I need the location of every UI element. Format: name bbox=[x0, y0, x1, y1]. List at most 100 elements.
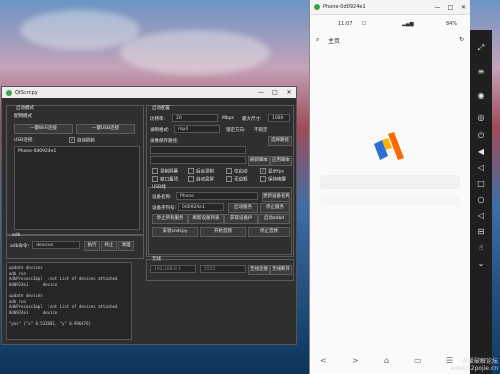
get-device-ip-button[interactable]: 获取设备IP bbox=[224, 214, 258, 224]
home-nav-button[interactable]: ⌂ bbox=[384, 356, 389, 365]
touch-icon[interactable]: ☝ bbox=[475, 242, 487, 254]
start-only-checkbox[interactable]: 仅启动 bbox=[226, 168, 248, 175]
wireless-disconnect-button[interactable]: 无线断开 bbox=[270, 265, 292, 275]
maximize-button[interactable]: □ bbox=[444, 4, 457, 11]
auto-refresh-checkbox[interactable]: ✓ 自动刷新 bbox=[69, 137, 95, 144]
start-audio-button[interactable]: 开始音频 bbox=[200, 227, 246, 237]
serial-select[interactable]: 0d0924e1 bbox=[178, 203, 224, 211]
adb-label: adb bbox=[12, 233, 21, 238]
tabs-nav-button[interactable]: ▭ bbox=[414, 356, 422, 365]
fullscreen-icon[interactable]: ⤢ bbox=[475, 42, 487, 54]
signal-icon: ▂▄▆ bbox=[402, 21, 414, 27]
start-adbd-button[interactable]: 启动adbd bbox=[258, 214, 290, 224]
usb-connect-button[interactable]: 一键USB连接 bbox=[76, 124, 135, 134]
device-list[interactable]: Phone-0d0924e1 bbox=[14, 146, 140, 230]
checkbox-label: 保持唤醒 bbox=[268, 177, 286, 183]
port-input[interactable]: 5555 bbox=[200, 265, 246, 273]
refresh-icon[interactable]: ↻ bbox=[459, 36, 464, 43]
volume-up-icon[interactable]: ◀ bbox=[475, 146, 487, 158]
app-logo-icon bbox=[6, 89, 12, 96]
record-path-label: 录像保存路径: bbox=[150, 139, 179, 144]
eye-icon[interactable]: ◉ bbox=[475, 90, 487, 102]
adb-command-input[interactable]: devices bbox=[32, 241, 80, 249]
arrow-down-icon[interactable]: ⌄ bbox=[475, 258, 487, 270]
phone-window: Phone-0d0924e1 — □ ✕ 11:07 ☐ ▂▄▆ 84% ⌕ 主… bbox=[309, 0, 470, 374]
install-sndcpy-button[interactable]: 安装sndcpy bbox=[152, 227, 198, 237]
refresh-devices-button[interactable]: 刷新设备列表 bbox=[188, 214, 224, 224]
record-format-select[interactable]: mp4 bbox=[174, 125, 220, 133]
bitrate-unit: Mbps bbox=[222, 116, 234, 121]
mode-title: 配网模式 bbox=[14, 114, 32, 119]
usb-group-title: USB线 bbox=[152, 185, 166, 190]
bitrate-input[interactable]: 20 bbox=[172, 114, 218, 122]
record-path-input[interactable] bbox=[150, 146, 246, 154]
close-button[interactable]: ✕ bbox=[457, 4, 470, 11]
auto-screen-off-checkbox[interactable]: 自动息屏 bbox=[188, 176, 214, 183]
refresh-script-button[interactable]: 刷新脚本 bbox=[248, 156, 270, 166]
back-nav-button[interactable]: < bbox=[320, 356, 327, 365]
apply-script-button[interactable]: 应用脚本 bbox=[270, 156, 292, 166]
background-record-checkbox[interactable]: 后台录制 bbox=[188, 168, 214, 175]
start-server-button[interactable]: 启动服务 bbox=[228, 203, 258, 213]
frameless-checkbox[interactable]: 无边框 bbox=[226, 176, 248, 183]
auto-refresh-label: 自动刷新 bbox=[77, 138, 95, 144]
checkbox-label: 后台录制 bbox=[196, 169, 214, 175]
checkbox-icon bbox=[226, 168, 232, 174]
device-name-input[interactable]: Phone bbox=[176, 192, 258, 200]
execute-button[interactable]: 执行 bbox=[84, 241, 100, 251]
window-titlebar: QtScrcpy — □ ✕ bbox=[2, 87, 296, 98]
select-path-button[interactable]: 选择路径 bbox=[268, 136, 292, 146]
message-icon: ☐ bbox=[362, 21, 367, 27]
launch-mode-label: 启动模式 bbox=[16, 106, 34, 111]
device-control-toolbar: ⤢ ≡ ◉ ◎ ⏻ ◀ ◁ □ ○ ◁ ⊟ ☝ ⌄ bbox=[470, 30, 492, 374]
loading-placeholder bbox=[320, 175, 460, 189]
power-icon[interactable]: ⏻ bbox=[475, 130, 487, 142]
home-icon[interactable]: ○ bbox=[475, 194, 487, 206]
maximize-button[interactable]: □ bbox=[268, 89, 282, 96]
stop-server-button[interactable]: 停止服务 bbox=[260, 203, 290, 213]
checkbox-label: 自动息屏 bbox=[196, 177, 214, 183]
serial-label: 设备序列号: bbox=[152, 206, 177, 211]
max-size-label: 最大尺寸: bbox=[242, 117, 262, 122]
app-switch-icon[interactable]: □ bbox=[475, 178, 487, 190]
lock-orientation-select[interactable]: 不锁定 bbox=[254, 127, 268, 133]
phone-toolbar: ⌕ 主页 ↻ bbox=[310, 36, 470, 48]
max-size-select[interactable]: 1080 bbox=[268, 114, 290, 122]
minimize-button[interactable]: — bbox=[431, 4, 444, 11]
stay-awake-checkbox[interactable]: 保持唤醒 bbox=[260, 176, 286, 183]
volume-down-icon[interactable]: ◁ bbox=[475, 162, 487, 174]
record-screen-checkbox[interactable]: 录制屏幕 bbox=[152, 168, 178, 175]
notification-icon[interactable]: ⊟ bbox=[475, 226, 487, 238]
clear-button[interactable]: 清理 bbox=[118, 241, 134, 251]
home-title: 主页 bbox=[328, 38, 341, 45]
checkbox-label: 无边框 bbox=[234, 177, 248, 183]
watermark-line1: 吾爱破解论坛 bbox=[461, 358, 498, 365]
always-on-top-checkbox[interactable]: 窗口置顶 bbox=[152, 176, 178, 183]
search-icon[interactable]: ⌕ bbox=[316, 36, 319, 44]
close-button[interactable]: ✕ bbox=[282, 89, 296, 96]
eye-off-icon[interactable]: ◎ bbox=[475, 112, 487, 124]
menu-icon[interactable]: ≡ bbox=[475, 66, 487, 78]
check-icon: ✓ bbox=[69, 137, 75, 143]
update-device-name-button[interactable]: 更新设备名称 bbox=[262, 192, 290, 202]
forward-nav-button[interactable]: > bbox=[352, 356, 359, 365]
list-item[interactable]: Phone-0d0924e1 bbox=[15, 147, 139, 156]
record-format-label: 录制格式: bbox=[150, 128, 170, 133]
window-title: QtScrcpy bbox=[15, 89, 38, 96]
stop-button[interactable]: 终止 bbox=[101, 241, 117, 251]
forum-watermark: 吾爱破解论坛 www.52pojie.cn bbox=[451, 358, 498, 372]
stop-all-servers-button[interactable]: 停止所有服务 bbox=[152, 214, 188, 224]
show-fps-checkbox[interactable]: ✓ 显示fps bbox=[260, 168, 284, 175]
stop-audio-button[interactable]: 停止音频 bbox=[248, 227, 290, 237]
minimize-button[interactable]: — bbox=[254, 89, 268, 96]
wireless-connect-button[interactable]: 无线连接 bbox=[248, 265, 270, 275]
app-logo-icon bbox=[314, 4, 320, 10]
back-icon[interactable]: ◁ bbox=[475, 210, 487, 222]
ip-input[interactable]: 192.168.0.1 bbox=[150, 265, 196, 273]
log-output[interactable]: update devices adb run AdbProcessImpl :n… bbox=[6, 262, 132, 340]
script-select[interactable] bbox=[150, 156, 246, 164]
wifi-connect-button[interactable]: 一键WiFi连接 bbox=[14, 124, 73, 134]
status-battery: 84% bbox=[446, 21, 458, 27]
cloud bbox=[120, 30, 270, 75]
lock-orientation-label: 锁定方向: bbox=[226, 128, 246, 133]
